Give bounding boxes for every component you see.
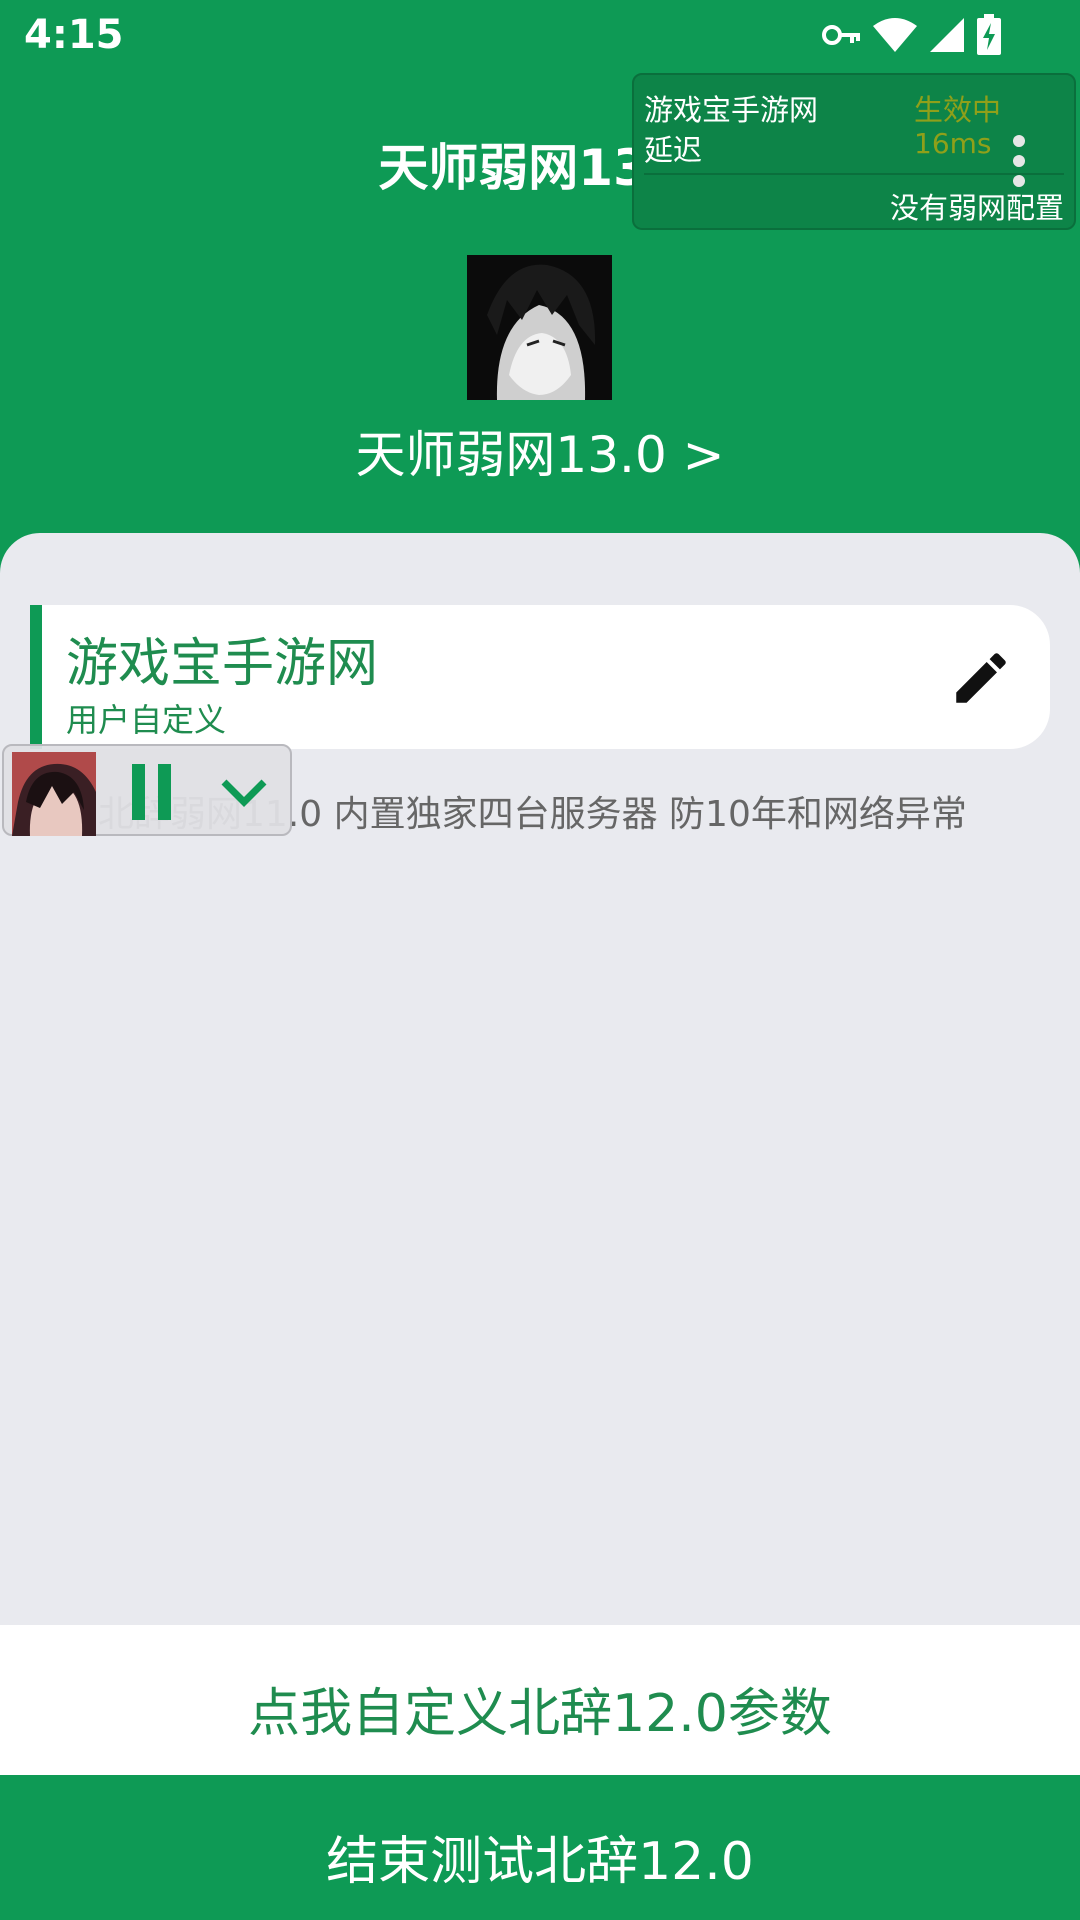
more-vert-icon[interactable] — [1004, 135, 1034, 187]
mini-player[interactable] — [2, 744, 292, 836]
pencil-icon[interactable] — [948, 645, 1014, 711]
floating-panel-config: 没有弱网配置 — [889, 191, 1064, 225]
end-test-bar[interactable]: 结束测试北辞12.0 — [0, 1775, 1080, 1920]
floating-panel-divider — [644, 173, 1064, 175]
profile-name-link[interactable]: 天师弱网13.0 > — [0, 415, 1080, 487]
cell-signal-icon — [930, 18, 964, 52]
profile-avatar[interactable] — [467, 255, 612, 400]
customize-bar[interactable]: 点我自定义北辞12.0参数 — [0, 1625, 1080, 1775]
floating-panel-latency-value: 16ms — [914, 127, 992, 160]
config-card[interactable]: 游戏宝手游网 用户自定义 — [30, 605, 1050, 749]
floating-panel-status: 生效中 — [914, 93, 1002, 127]
avatar-image — [467, 255, 612, 400]
battery-charging-icon — [977, 14, 1001, 55]
card-title: 游戏宝手游网 — [66, 634, 379, 694]
mini-player-avatar — [12, 752, 96, 836]
card-accent-bar — [30, 605, 42, 749]
customize-button[interactable]: 点我自定义北辞12.0参数 — [0, 1671, 1080, 1746]
status-bar: 4:15 — [0, 0, 1080, 74]
chevron-down-icon[interactable] — [216, 764, 272, 820]
floating-panel-name: 游戏宝手游网 — [644, 93, 819, 127]
pause-icon[interactable] — [124, 764, 180, 820]
vpn-key-icon — [822, 25, 860, 45]
end-test-button[interactable]: 结束测试北辞12.0 — [0, 1819, 1080, 1894]
status-icons — [822, 14, 1002, 56]
status-time: 4:15 — [24, 12, 124, 58]
card-subtitle: 用户自定义 — [66, 701, 227, 739]
floating-panel-latency-label: 延迟 — [644, 133, 703, 167]
wifi-icon — [873, 18, 917, 52]
floating-status-panel[interactable]: 游戏宝手游网 延迟 生效中 16ms 没有弱网配置 — [632, 73, 1076, 230]
